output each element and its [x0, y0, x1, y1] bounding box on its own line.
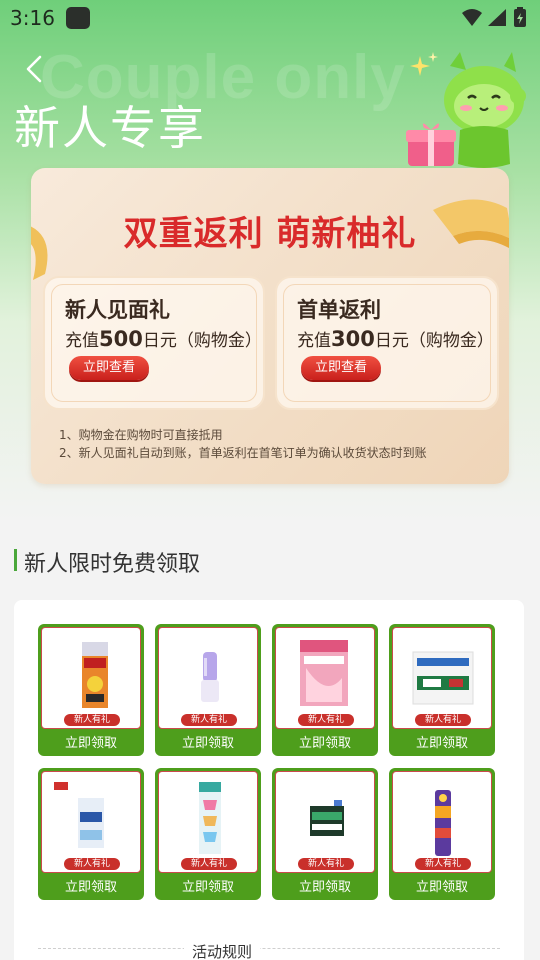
promo-title: 双重返利 萌新柚礼	[123, 214, 417, 254]
gift-title: 新人见面礼	[65, 298, 170, 322]
promo-card: 双重返利 萌新柚礼 新人见面礼 充值500日元（购物金） 立即查看 首单返利 充…	[31, 168, 509, 484]
claim-button[interactable]: 立即领取	[38, 732, 144, 756]
claim-button[interactable]: 立即领取	[155, 876, 261, 900]
promo-notes: 1、购物金在购物时可直接抵用 2、新人见面礼自动到账，首单返利在首笔订单为确认收…	[59, 426, 427, 462]
product-card[interactable]: 新人有礼 立即领取	[272, 624, 378, 756]
product-card[interactable]: 新人有礼 立即领取	[38, 768, 144, 900]
claim-button[interactable]: 立即领取	[155, 732, 261, 756]
new-user-tag: 新人有礼	[181, 714, 237, 726]
gift-card-first-order: 首单返利 充值300日元（购物金） 立即查看	[275, 276, 499, 410]
claim-button[interactable]: 立即领取	[38, 876, 144, 900]
system-icons	[462, 7, 526, 27]
new-user-tag: 新人有礼	[64, 714, 120, 726]
new-user-tag: 新人有礼	[181, 858, 237, 870]
status-time: 3:16	[10, 6, 55, 30]
rules-divider	[38, 948, 500, 949]
product-card[interactable]: 新人有礼 立即领取	[389, 768, 495, 900]
mascot-illustration	[406, 52, 526, 168]
new-user-tag: 新人有礼	[298, 858, 354, 870]
product-card[interactable]: 新人有礼 立即领取	[155, 624, 261, 756]
promo-note: 1、购物金在购物时可直接抵用	[59, 428, 223, 442]
wifi-icon	[462, 9, 482, 26]
section-accent-bar	[14, 549, 17, 571]
claim-button[interactable]: 立即领取	[272, 876, 378, 900]
claim-button[interactable]: 立即领取	[272, 732, 378, 756]
new-user-tag: 新人有礼	[415, 714, 471, 726]
new-user-tag: 新人有礼	[415, 858, 471, 870]
section-title: 新人限时免费领取	[24, 552, 201, 577]
view-now-button[interactable]: 立即查看	[69, 356, 150, 380]
product-card[interactable]: 新人有礼 立即领取	[389, 624, 495, 756]
gift-title: 首单返利	[297, 298, 381, 322]
new-user-tag: 新人有礼	[298, 714, 354, 726]
status-bar: 3:16	[0, 0, 540, 36]
signal-icon	[488, 9, 506, 26]
gift-amount: 充值300日元（购物金）	[297, 327, 494, 351]
new-user-tag: 新人有礼	[64, 858, 120, 870]
gift-card-welcome: 新人见面礼 充值500日元（购物金） 立即查看	[43, 276, 265, 410]
promo-note: 2、新人见面礼自动到账，首单返利在首笔订单为确认收货状态时到账	[59, 446, 427, 460]
view-now-button[interactable]: 立即查看	[301, 356, 382, 380]
gift-amount: 充值500日元（购物金）	[65, 327, 262, 351]
claim-button[interactable]: 立即领取	[389, 732, 495, 756]
product-card[interactable]: 新人有礼 立即领取	[155, 768, 261, 900]
notification-icon	[66, 7, 90, 29]
claim-button[interactable]: 立即领取	[389, 876, 495, 900]
product-card[interactable]: 新人有礼 立即领取	[272, 768, 378, 900]
battery-icon	[514, 7, 526, 27]
product-card[interactable]: 新人有礼 立即领取	[38, 624, 144, 756]
page-title: 新人专享	[14, 101, 206, 155]
activity-rules-heading[interactable]: 活动规则	[183, 941, 261, 960]
